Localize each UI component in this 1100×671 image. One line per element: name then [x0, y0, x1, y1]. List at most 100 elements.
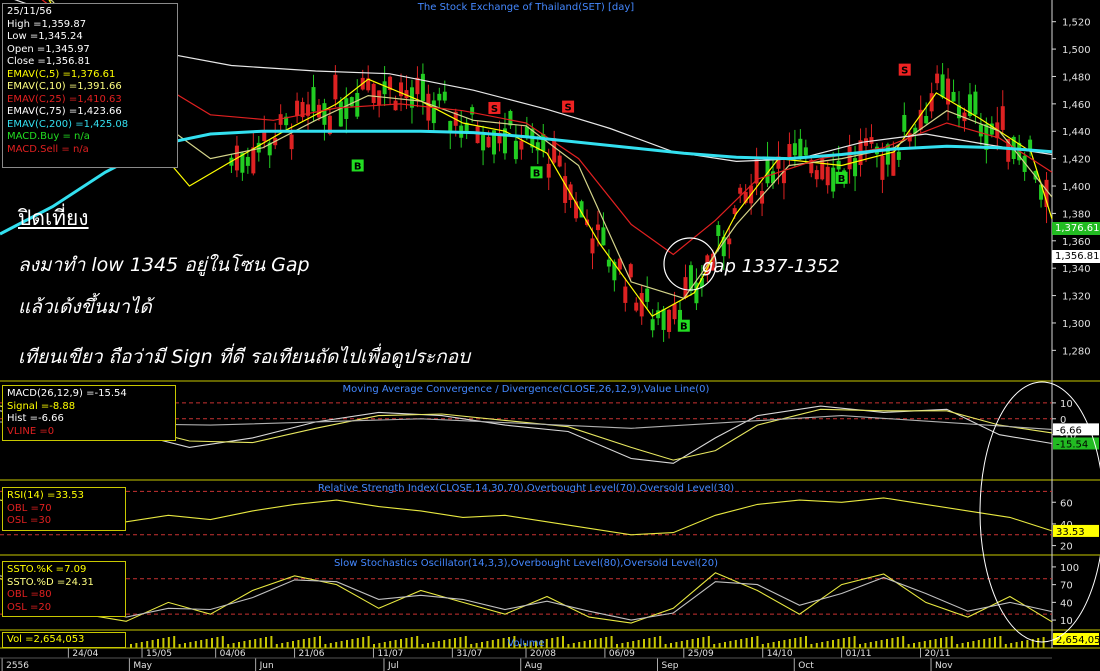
price-tick-label: 1,420	[1062, 155, 1091, 166]
candle-body	[442, 91, 447, 101]
volume-bar	[292, 641, 294, 648]
volume-bar	[783, 640, 786, 648]
volume-bar	[940, 638, 942, 648]
candle-body	[349, 97, 354, 107]
volume-bar	[259, 638, 262, 648]
volume-bar	[713, 644, 716, 648]
month-label: Aug	[525, 661, 543, 671]
candle-body	[935, 73, 940, 84]
info-rsi: RSI(14) =33.53	[7, 490, 84, 501]
volume-bar	[653, 637, 656, 648]
volume-bar	[443, 640, 446, 648]
volume-bar	[616, 644, 618, 648]
volume-bar	[270, 636, 273, 648]
candle-body	[787, 144, 792, 158]
candle-body	[333, 74, 338, 100]
volume-bar	[880, 640, 883, 648]
info-signal: Signal =-8.88	[7, 400, 76, 412]
rsi-value-label: 33.53	[1056, 527, 1085, 538]
month-label: May	[133, 661, 152, 671]
volume-bar	[497, 639, 500, 648]
volume-bar	[837, 639, 840, 648]
price-tick-label: 1,480	[1062, 72, 1091, 83]
candle-body	[606, 259, 611, 267]
volume-bar	[1010, 643, 1013, 648]
volume-bar	[994, 637, 996, 648]
candle-body	[978, 124, 983, 137]
volume-bar	[356, 638, 359, 648]
volume-bar	[761, 644, 764, 648]
info-ema5: EMAV(C,5) =1,376.61	[7, 68, 116, 80]
volume-bar	[329, 643, 332, 648]
volume-value-label: 2,654,053	[1056, 635, 1100, 646]
info-ema200: EMAV(C,200) =1,425.08	[7, 118, 129, 130]
volume-bar	[772, 642, 775, 648]
indicator-highlight-oval	[979, 381, 1100, 643]
volume-bar	[227, 644, 230, 648]
macd-value-label: -15.54	[1056, 439, 1088, 450]
volume-bar	[929, 640, 932, 648]
volume-bar	[923, 641, 926, 648]
candle-body	[420, 73, 425, 102]
volume-bar	[437, 641, 440, 648]
candle-body	[399, 82, 404, 97]
volume-bar	[864, 643, 867, 648]
volume-bar	[281, 643, 284, 648]
volume-bar	[983, 639, 986, 648]
candle-body	[623, 286, 628, 303]
volume-bar	[767, 643, 770, 648]
signal-label: B	[533, 168, 541, 179]
info-rsi-obl: OBL =70	[7, 502, 52, 514]
indicator-title-2: Relative Strength Index(CLOSE,14,30,70),…	[318, 483, 734, 494]
candle-body	[667, 309, 672, 332]
annotation-line1: ลงมาทำ low 1345 อยู่ในโซน Gap	[18, 254, 310, 276]
candle-body	[251, 147, 256, 174]
volume-bar	[135, 643, 138, 648]
volume-bar	[697, 638, 699, 648]
signal-label: B	[680, 322, 688, 333]
candle-body	[601, 227, 606, 246]
candle-body	[481, 134, 486, 151]
candle-body	[639, 293, 644, 317]
candle-body	[885, 144, 890, 165]
candle-body	[891, 152, 896, 176]
volume-bar	[427, 643, 429, 648]
candle-body	[322, 103, 327, 125]
volume-bar	[896, 637, 899, 648]
volume-bar	[632, 641, 635, 648]
indicator-tick-label: 100	[1060, 563, 1079, 574]
candle-body	[563, 176, 568, 203]
candle-body	[311, 87, 316, 112]
volume-bar	[934, 639, 937, 648]
volume-bar	[146, 641, 149, 648]
volume-bar	[470, 644, 473, 648]
volume-bar	[956, 644, 959, 648]
volume-bar	[815, 643, 818, 648]
volume-bar	[848, 637, 851, 648]
volume-bar	[664, 644, 667, 648]
volume-bar	[788, 639, 791, 648]
month-label: Jun	[259, 661, 274, 671]
volume-bar	[243, 641, 246, 648]
volume-bar	[734, 640, 737, 648]
volume-bar	[545, 639, 548, 648]
volume-bar	[853, 636, 856, 648]
volume-bar	[967, 642, 969, 648]
volume-bar	[275, 644, 278, 648]
volume-bar	[302, 639, 305, 648]
volume-bar	[718, 643, 721, 648]
volume-bar	[724, 642, 726, 648]
volume-bar	[140, 642, 143, 648]
info-vline: VLINE =0	[7, 425, 55, 437]
volume-bar	[432, 642, 435, 648]
candle-body	[896, 151, 901, 160]
volume-bar	[286, 642, 289, 648]
volume-bar	[157, 639, 159, 648]
indicator-line-sstod	[0, 575, 1053, 621]
candle-body	[825, 166, 830, 186]
candle-body	[262, 131, 267, 142]
candle-body	[814, 170, 819, 180]
indicator-line-sstok	[0, 572, 1053, 624]
volume-bar	[216, 637, 219, 648]
volume-title: Volume	[507, 638, 544, 649]
